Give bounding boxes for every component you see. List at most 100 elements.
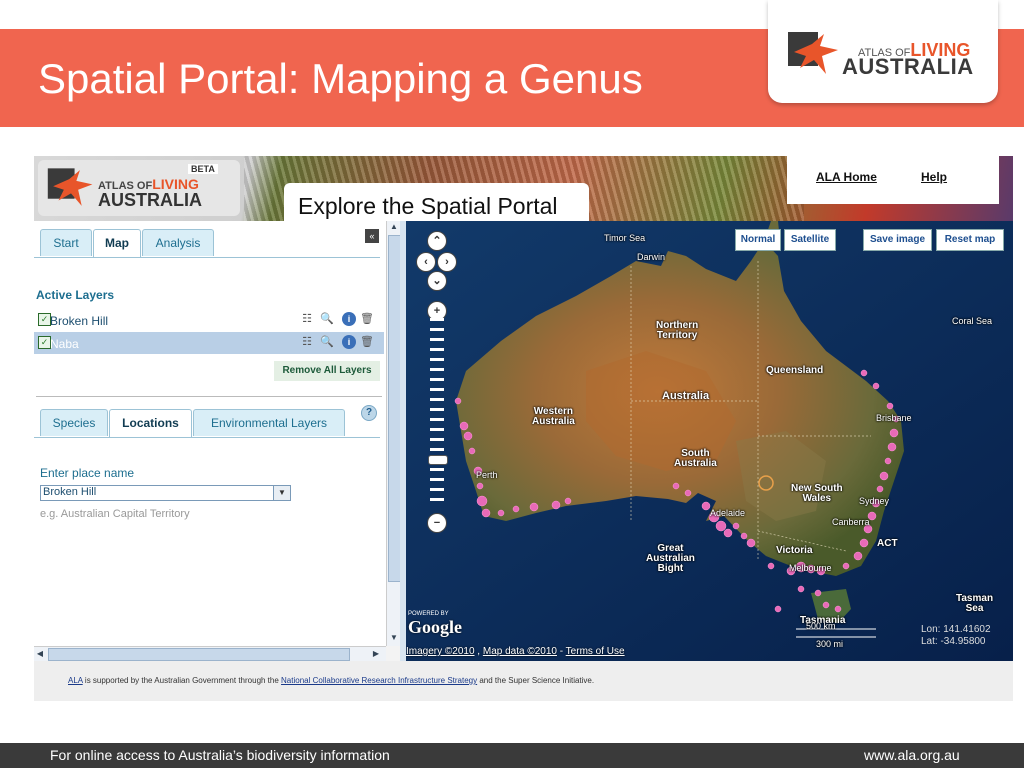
section-divider: [36, 396, 382, 397]
tab-start[interactable]: Start: [40, 229, 92, 256]
cursor-coordinates: Lon: 141.41602 Lat: -34.95800: [921, 624, 991, 648]
place-name-label: Enter place name: [40, 466, 135, 480]
portal-logo-mark-icon: [47, 168, 93, 206]
zoom-slider-handle[interactable]: [428, 455, 448, 465]
ala-logo: ATLAS OFLIVING AUSTRALIA: [768, 0, 998, 103]
pan-down-icon[interactable]: ⌄: [427, 271, 447, 291]
ala-link[interactable]: ALA: [68, 676, 83, 685]
map-viewport[interactable]: Normal Satellite Save image Reset map ⌃ …: [406, 221, 1013, 661]
beta-badge: BETA: [188, 164, 218, 174]
scale-km: 500 km: [806, 621, 836, 631]
place-name-select[interactable]: Broken Hill ▼: [40, 485, 291, 501]
tab-strip-line: [34, 437, 380, 438]
longitude-readout: Lon: 141.41602: [921, 624, 991, 635]
zoom-to-layer-icon[interactable]: 🔍: [320, 312, 334, 326]
slide-footer-tagline: For online access to Australia’s biodive…: [50, 747, 390, 763]
map-label-great-australian-bight: Great Australian Bight: [646, 543, 695, 574]
map-label-victoria: Victoria: [776, 545, 813, 556]
legend-icon[interactable]: ☷: [300, 312, 314, 326]
map-label-new-south-wales: New South Wales: [791, 483, 843, 504]
map-label-melbourne: Melbourne: [789, 563, 832, 573]
scroll-thumb[interactable]: [48, 648, 350, 661]
tab-environmental-layers[interactable]: Environmental Layers: [193, 409, 345, 436]
map-label-sydney: Sydney: [859, 496, 890, 506]
zoom-out-icon[interactable]: −: [427, 513, 447, 533]
layer-row[interactable]: ✓ Broken Hill ☷ 🔍 i 🗑: [34, 309, 384, 331]
remove-all-layers-button[interactable]: Remove All Layers: [274, 361, 380, 381]
map-data-link[interactable]: Map data ©2010: [483, 646, 557, 657]
tab-analysis[interactable]: Analysis: [142, 229, 214, 256]
ncris-link[interactable]: National Collaborative Research Infrastr…: [281, 676, 477, 685]
help-link[interactable]: Help: [921, 170, 947, 184]
map-label-australia: Australia: [662, 390, 710, 402]
map-label-coral-sea: Coral Sea: [952, 316, 993, 326]
scale-mi: 300 mi: [816, 639, 844, 649]
legend-icon[interactable]: ☷: [300, 335, 314, 349]
terms-of-use-link[interactable]: Terms of Use: [566, 646, 625, 657]
info-icon[interactable]: i: [342, 312, 356, 326]
layer-name[interactable]: Naba: [50, 337, 79, 351]
portal-banner: BETA ATLAS OFLIVING AUSTRALIA Explore th…: [34, 156, 1013, 221]
chevron-down-icon[interactable]: ▼: [273, 486, 290, 500]
map-label-perth: Perth: [476, 470, 498, 480]
map-label-northern-territory: Northern Territory: [656, 320, 699, 341]
map-label-act: ACT: [877, 538, 898, 549]
pan-right-icon[interactable]: ›: [437, 252, 457, 272]
reset-map-button[interactable]: Reset map: [936, 229, 1004, 251]
satellite-map-button[interactable]: Satellite: [784, 229, 836, 251]
zoom-to-layer-icon[interactable]: 🔍: [320, 335, 334, 349]
map-label-timor-sea: Timor Sea: [604, 233, 646, 243]
logo-australia-text: AUSTRALIA: [842, 54, 974, 79]
map-attribution: Imagery ©2010 , Map data ©2010 - Terms o…: [406, 646, 625, 657]
info-icon[interactable]: i: [342, 335, 356, 349]
portal-footer-text: ALA is supported by the Australian Gover…: [68, 676, 595, 685]
map-label-brisbane: Brisbane: [876, 413, 912, 423]
delete-icon[interactable]: 🗑: [360, 335, 374, 349]
tab-locations[interactable]: Locations: [109, 409, 192, 437]
active-layers-heading: Active Layers: [36, 288, 115, 302]
layer-name[interactable]: Broken Hill: [50, 314, 108, 328]
map-label-western-australia: Western Australia: [532, 406, 575, 427]
pan-up-icon[interactable]: ⌃: [427, 231, 447, 251]
slide-footer-url: www.ala.org.au: [864, 747, 960, 763]
explore-title-tab: Explore the Spatial Portal: [284, 183, 589, 221]
ala-logo-mark-icon: [788, 32, 838, 74]
slide-title: Spatial Portal: Mapping a Genus: [38, 55, 643, 102]
explore-title: Explore the Spatial Portal: [298, 193, 558, 219]
ala-home-link[interactable]: ALA Home: [816, 170, 877, 184]
left-panel-horizontal-scrollbar[interactable]: ◀ ▶: [34, 646, 386, 661]
help-icon[interactable]: ?: [361, 405, 377, 421]
normal-map-button[interactable]: Normal: [735, 229, 781, 251]
collapse-panel-button[interactable]: «: [365, 229, 379, 243]
portal-logo[interactable]: BETA ATLAS OFLIVING AUSTRALIA: [38, 160, 240, 216]
scroll-up-icon[interactable]: ▲: [388, 221, 400, 233]
save-image-button[interactable]: Save image: [863, 229, 932, 251]
map-label-queensland: Queensland: [766, 365, 824, 376]
latitude-readout: Lat: -34.95800: [921, 636, 986, 647]
tab-strip-line: [34, 257, 380, 258]
left-panel: Start Map Analysis « Active Layers ✓ Bro…: [34, 221, 386, 651]
pan-left-icon[interactable]: ‹: [416, 252, 436, 272]
scroll-left-icon[interactable]: ◀: [34, 648, 46, 660]
slide-footer: For online access to Australia’s biodive…: [0, 743, 1024, 768]
place-name-hint: e.g. Australian Capital Territory: [40, 508, 190, 520]
map-label-tasman-sea: Tasman Sea: [956, 593, 994, 614]
portal-logo-australia-text: AUSTRALIA: [98, 190, 202, 210]
map-label-darwin: Darwin: [637, 252, 666, 262]
tab-species[interactable]: Species: [40, 409, 108, 436]
scroll-down-icon[interactable]: ▼: [388, 632, 400, 644]
layer-row-selected[interactable]: ✓ Naba ☷ 🔍 i 🗑: [34, 332, 384, 354]
imagery-link[interactable]: Imagery ©2010: [406, 646, 475, 657]
delete-icon[interactable]: 🗑: [360, 312, 374, 326]
scroll-right-icon[interactable]: ▶: [370, 648, 382, 660]
google-logo: Google: [408, 617, 462, 637]
portal-screenshot: BETA ATLAS OFLIVING AUSTRALIA Explore th…: [34, 156, 1013, 701]
portal-footer: ALA is supported by the Australian Gover…: [34, 661, 1013, 701]
map-label-canberra: Canberra: [832, 517, 870, 527]
place-name-value: Broken Hill: [43, 486, 97, 498]
satellite-map-image: [406, 221, 1013, 661]
zoom-slider-track[interactable]: [428, 318, 448, 518]
tab-map[interactable]: Map: [93, 229, 141, 257]
left-panel-vertical-scrollbar[interactable]: ▲ ▼: [386, 221, 401, 646]
map-label-adelaide: Adelaide: [710, 508, 746, 518]
